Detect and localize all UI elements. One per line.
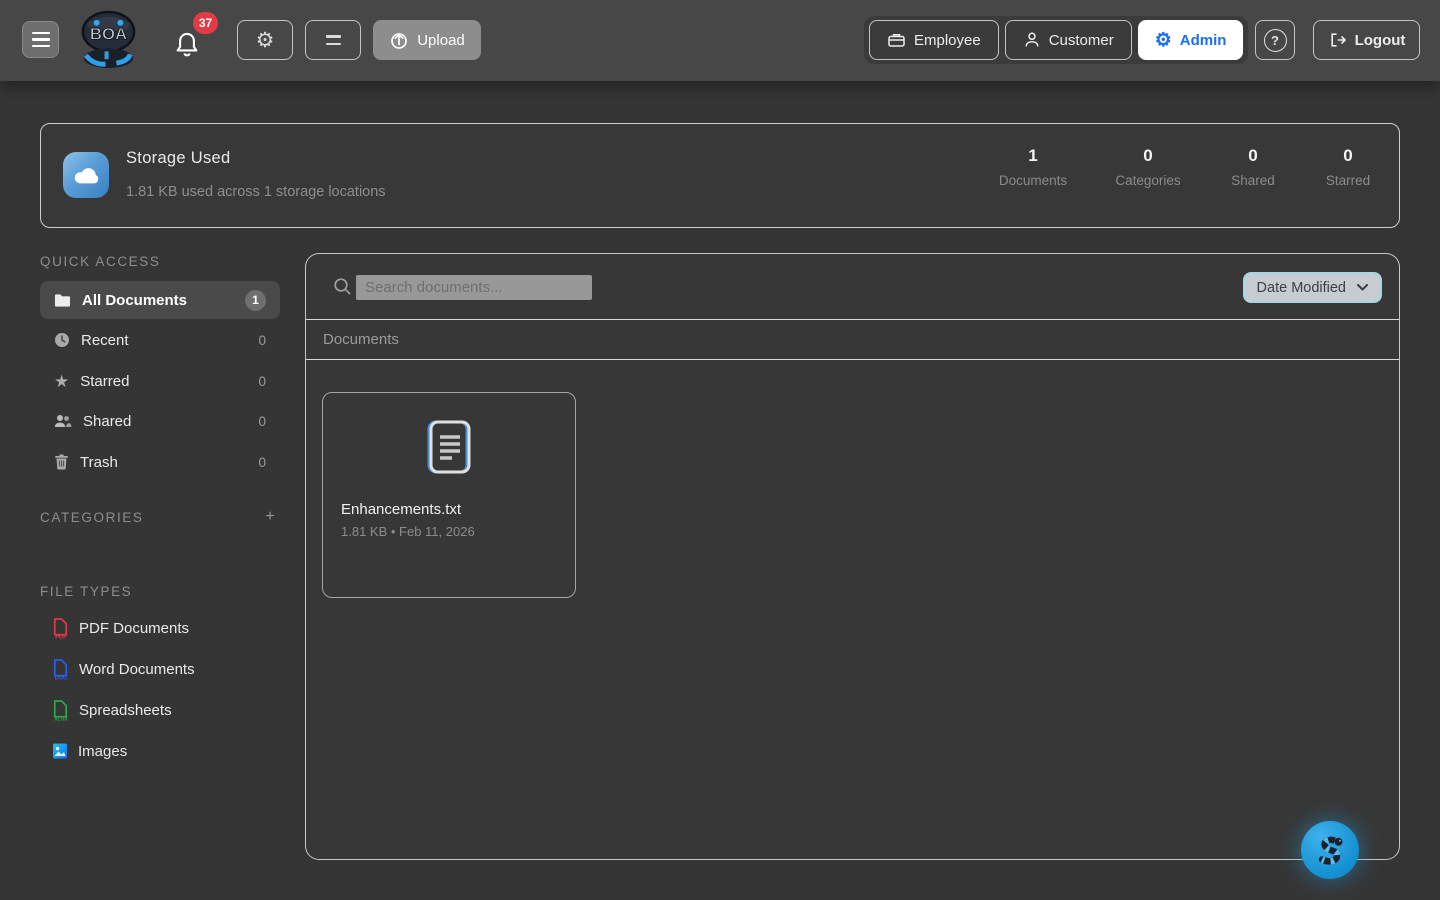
snake-icon — [1312, 832, 1348, 868]
role-tab-customer[interactable]: Customer — [1005, 20, 1132, 60]
file-type-images[interactable]: Images — [40, 736, 280, 766]
sidebar-item-label: All Documents — [82, 292, 187, 309]
file-type-label: PDF Documents — [79, 620, 189, 637]
add-category-button[interactable]: + — [262, 508, 278, 526]
users-icon — [54, 414, 72, 428]
help-icon: ? — [1264, 29, 1287, 52]
brand-text: BOA — [90, 25, 127, 44]
document-name: Enhancements.txt — [341, 501, 461, 518]
search-icon — [333, 277, 352, 296]
documents-panel: Date Modified Documents Enhancements.txt… — [305, 253, 1400, 860]
help-button[interactable]: ? — [1255, 20, 1295, 60]
upload-button[interactable]: Upload — [373, 20, 481, 60]
file-type-label: Spreadsheets — [79, 702, 172, 719]
spreadsheet-file-icon: XLSX — [52, 700, 69, 721]
stat-documents: 1 Documents — [978, 146, 1088, 188]
item-count: 0 — [258, 455, 266, 470]
settings-button[interactable]: ⚙ — [237, 20, 293, 60]
document-meta: 1.81 KB • Feb 11, 2026 — [341, 524, 475, 539]
section-title: Documents — [323, 331, 399, 348]
list-view-button[interactable] — [305, 20, 361, 60]
stat-shared: 0 Shared — [1198, 146, 1308, 188]
categories-heading: CATEGORIES — [40, 510, 144, 525]
trash-icon — [54, 454, 69, 470]
folder-icon — [54, 293, 71, 308]
sidebar-item-label: Starred — [80, 373, 129, 390]
count-badge: 1 — [245, 290, 266, 311]
word-file-icon: DOC — [52, 659, 69, 680]
documents-section-header: Documents — [306, 320, 1399, 360]
stat-categories: 0 Categories — [1093, 146, 1203, 188]
sidebar-item-label: Shared — [83, 413, 131, 430]
document-card[interactable]: Enhancements.txt 1.81 KB • Feb 11, 2026 — [322, 392, 576, 598]
file-type-label: Word Documents — [79, 661, 195, 678]
sidebar-item-trash[interactable]: Trash 0 — [40, 443, 280, 481]
logout-button[interactable]: Logout — [1313, 20, 1420, 60]
storage-summary-card: Storage Used 1.81 KB used across 1 stora… — [40, 123, 1400, 228]
item-count: 0 — [258, 333, 266, 348]
chevron-down-icon — [1357, 284, 1368, 291]
assistant-fab[interactable] — [1301, 821, 1359, 879]
search-toolbar: Date Modified — [306, 254, 1399, 320]
item-count: 0 — [258, 374, 266, 389]
upload-label: Upload — [417, 32, 465, 49]
cobra-logo-icon: BOA — [77, 8, 140, 71]
upload-icon — [389, 30, 409, 50]
storage-subtitle: 1.81 KB used across 1 storage locations — [126, 184, 386, 200]
role-tab-admin[interactable]: ⚙ Admin — [1138, 20, 1244, 60]
role-label: Admin — [1180, 32, 1227, 49]
quick-access-heading: QUICK ACCESS — [40, 254, 160, 269]
search-input[interactable] — [356, 275, 592, 300]
stat-starred: 0 Starred — [1293, 146, 1403, 188]
role-tab-employee[interactable]: Employee — [869, 20, 999, 60]
role-label: Employee — [914, 32, 981, 49]
sidebar-item-shared[interactable]: Shared 0 — [40, 402, 280, 440]
list-icon — [326, 35, 341, 37]
storage-title: Storage Used — [126, 149, 231, 168]
svg-text:XLSX: XLSX — [54, 716, 68, 720]
sort-select[interactable]: Date Modified — [1243, 272, 1382, 303]
document-icon — [427, 420, 471, 476]
cloud-icon — [63, 152, 109, 198]
file-type-word[interactable]: DOC Word Documents — [40, 654, 280, 684]
sidebar-item-all-documents[interactable]: All Documents 1 — [40, 281, 280, 319]
svg-text:DOC: DOC — [55, 675, 68, 679]
file-types-heading: FILE TYPES — [40, 584, 132, 599]
sidebar-item-recent[interactable]: Recent 0 — [40, 321, 280, 359]
person-icon — [1023, 31, 1041, 49]
logout-label: Logout — [1355, 32, 1406, 49]
brand-logo: BOA — [77, 8, 140, 71]
sidebar-item-starred[interactable]: ★ Starred 0 — [40, 362, 280, 400]
bell-icon — [174, 30, 200, 60]
role-switcher: Employee Customer ⚙ Admin — [864, 16, 1248, 64]
notifications-button[interactable]: 37 — [172, 24, 218, 64]
gear-icon: ⚙ — [256, 30, 275, 51]
file-type-label: Images — [78, 743, 127, 760]
topbar: BOA 37 ⚙ Upload — [0, 0, 1440, 81]
sort-value: Date Modified — [1257, 280, 1346, 296]
sidebar-item-label: Trash — [80, 454, 118, 471]
briefcase-icon — [887, 31, 906, 49]
role-label: Customer — [1049, 32, 1114, 49]
item-count: 0 — [258, 414, 266, 429]
pdf-file-icon: PDF — [52, 618, 69, 639]
star-icon: ★ — [54, 373, 69, 390]
hamburger-icon — [32, 32, 50, 34]
notification-badge: 37 — [193, 12, 218, 34]
hamburger-menu-button[interactable] — [22, 21, 59, 58]
admin-gear-icon: ⚙ — [1155, 31, 1172, 50]
clock-icon — [54, 332, 70, 348]
image-file-icon — [52, 742, 68, 760]
logout-icon — [1328, 31, 1347, 49]
app-screen: BOA 37 ⚙ Upload — [0, 0, 1440, 900]
sidebar-item-label: Recent — [81, 332, 129, 349]
file-type-pdf[interactable]: PDF PDF Documents — [40, 613, 280, 643]
file-type-spreadsheets[interactable]: XLSX Spreadsheets — [40, 695, 280, 725]
svg-text:PDF: PDF — [55, 634, 67, 638]
